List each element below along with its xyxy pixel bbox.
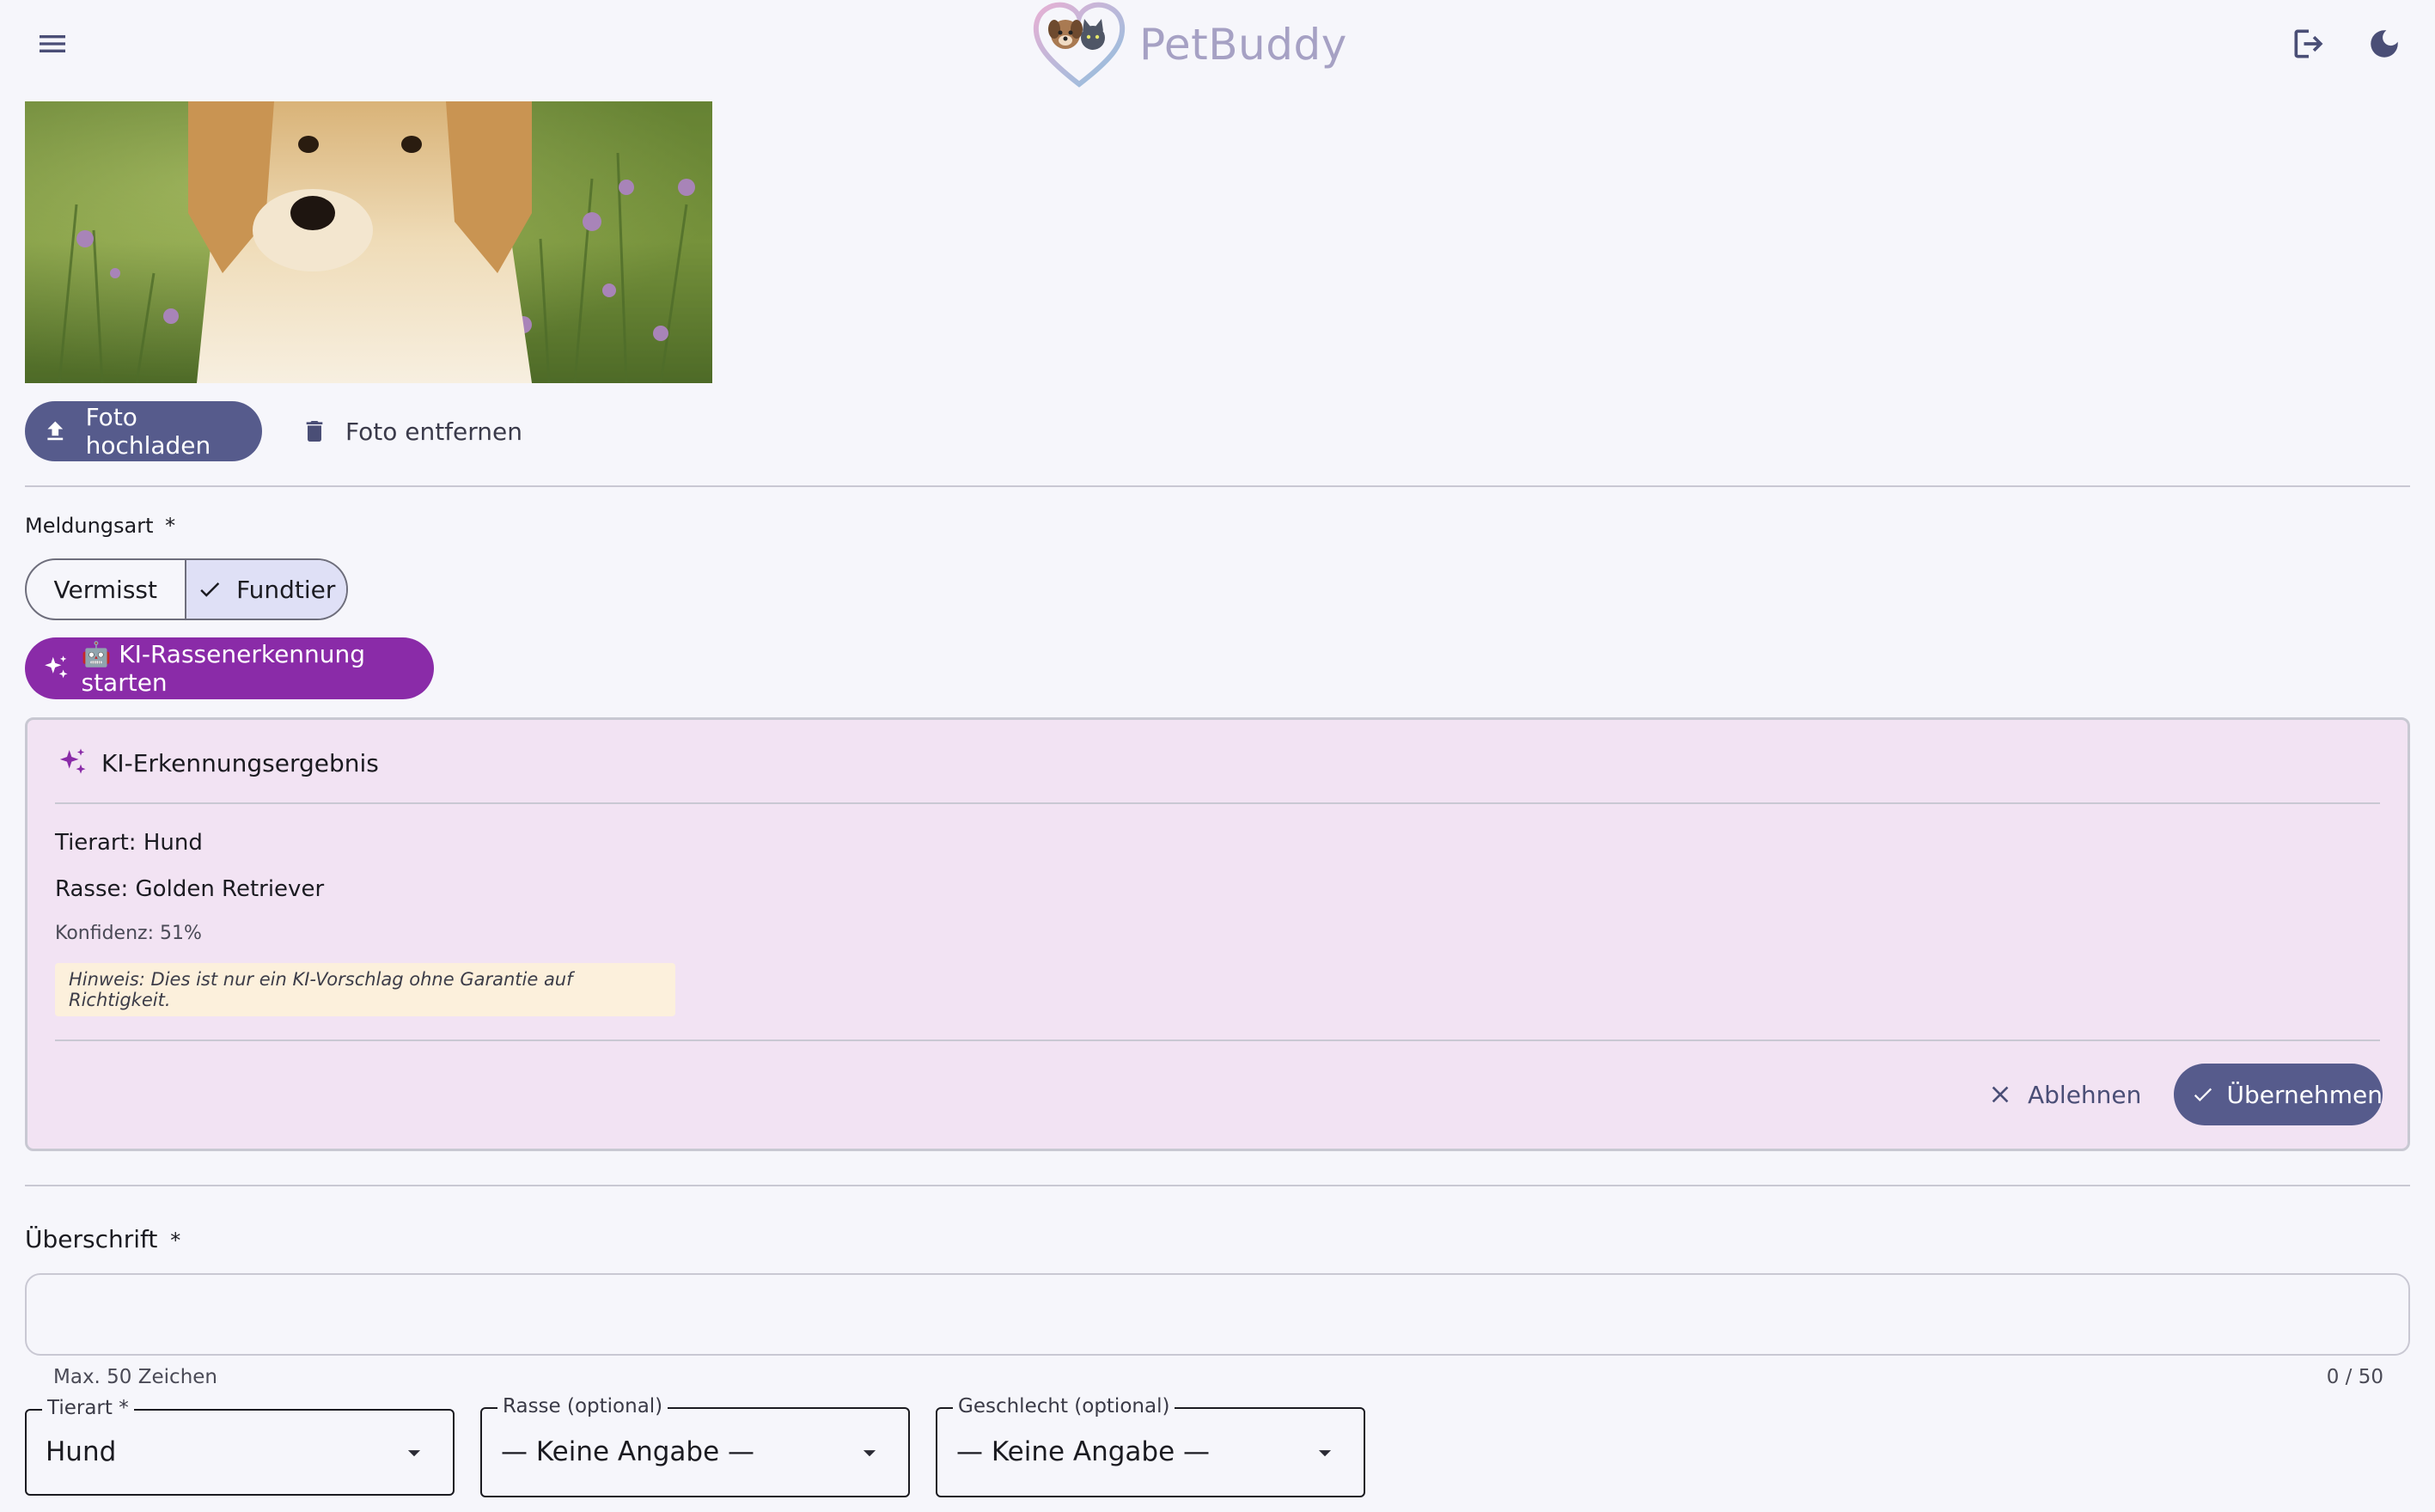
gender-select-label: Geschlecht (optional): [953, 1395, 1175, 1418]
gender-select-value: — Keine Angabe —: [956, 1436, 1211, 1467]
section-divider: [25, 485, 2410, 487]
remove-photo-label: Foto entfernen: [345, 417, 523, 446]
ki-accept-label: Übernehmen: [2226, 1080, 2383, 1109]
headline-char-counter: 0 / 50: [2326, 1366, 2383, 1388]
upload-photo-label: Foto hochladen: [85, 403, 211, 460]
headline-label: Überschrift *: [25, 1225, 181, 1253]
menu-button[interactable]: [26, 17, 79, 70]
headline-input[interactable]: [25, 1273, 2410, 1356]
headline-helper-text: Max. 50 Zeichen: [53, 1366, 217, 1388]
ki-accept-button[interactable]: Übernehmen: [2174, 1064, 2383, 1125]
gender-select[interactable]: Geschlecht (optional) — Keine Angabe —: [936, 1395, 1365, 1497]
ki-hint-text: Hinweis: Dies ist nur ein KI-Vorschlag o…: [69, 969, 573, 1010]
remove-photo-button[interactable]: Foto entfernen: [301, 401, 524, 461]
ki-result-header: KI-Erkennungsergebnis: [55, 746, 379, 780]
dark-mode-icon: [2371, 30, 2398, 58]
segment-fundtier[interactable]: Fundtier: [186, 560, 346, 619]
ki-card-divider-top: [55, 802, 2380, 804]
arrow-drop-down-icon: [407, 1450, 421, 1457]
logout-button[interactable]: [2282, 17, 2335, 70]
logout-icon: [2294, 29, 2323, 58]
ki-reject-button[interactable]: Ablehnen: [1986, 1064, 2193, 1125]
ki-confidence: Konfidenz: 51%: [55, 923, 202, 944]
dog-photo-image: [25, 101, 712, 383]
sparkle-icon: [45, 655, 68, 679]
upload-photo-button[interactable]: Foto hochladen: [25, 401, 262, 461]
species-select-label: Tierart *: [42, 1397, 134, 1419]
menu-icon: [40, 35, 65, 52]
species-select[interactable]: Tierart * Hund: [25, 1397, 455, 1496]
breed-select[interactable]: Rasse (optional) — Keine Angabe —: [480, 1395, 910, 1497]
ki-hint-box: Hinweis: Dies ist nur ein KI-Vorschlag o…: [55, 963, 675, 1016]
section-divider-2: [25, 1185, 2410, 1186]
ki-species: Tierart: Hund: [55, 830, 203, 856]
app-logo[interactable]: PetBuddy: [1031, 0, 1418, 89]
breed-select-label: Rasse (optional): [497, 1395, 668, 1418]
check-icon: [200, 582, 220, 597]
report-type-label: Meldungsart *: [25, 514, 176, 538]
close-icon: [1992, 1086, 2009, 1103]
segment-vermisst[interactable]: Vermisst: [27, 560, 186, 619]
ki-card-divider-bottom: [55, 1040, 2380, 1041]
check-icon: [2194, 1088, 2212, 1102]
arrow-drop-down-icon: [1318, 1450, 1332, 1457]
breed-select-value: — Keine Angabe —: [501, 1436, 755, 1467]
ki-button-label: 🤖 KI-Rassenerkennung starten: [81, 640, 366, 697]
ki-result-title: KI-Erkennungsergebnis: [101, 748, 379, 777]
ki-breed-detection-button[interactable]: 🤖 KI-Rassenerkennung starten: [25, 637, 434, 699]
app-name: PetBuddy: [1139, 20, 1347, 70]
theme-toggle-button[interactable]: [2358, 17, 2411, 70]
upload-icon: [47, 421, 64, 441]
pet-heart-logo-icon: [1033, 2, 1126, 88]
sparkle-icon: [59, 748, 86, 774]
trash-icon: [306, 421, 323, 442]
arrow-drop-down-icon: [863, 1450, 876, 1457]
ki-result-card: KI-Erkennungsergebnis Tierart: Hund Rass…: [25, 717, 2410, 1151]
species-select-value: Hund: [46, 1436, 117, 1467]
ki-breed: Rasse: Golden Retriever: [55, 876, 325, 902]
pet-photo: [25, 101, 712, 383]
ki-reject-label: Ablehnen: [2028, 1080, 2142, 1109]
report-type-segmented: Vermisst Fundtier: [25, 558, 348, 620]
